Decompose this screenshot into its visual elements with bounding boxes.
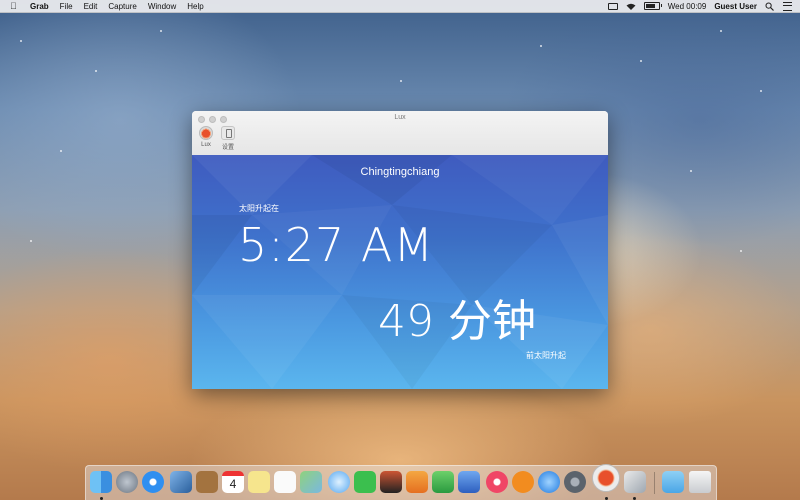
menu-window[interactable]: Window <box>148 2 176 11</box>
calendar-icon[interactable]: 4 <box>222 471 244 493</box>
app-store-icon[interactable] <box>538 471 560 493</box>
facetime-icon[interactable] <box>354 471 376 493</box>
notification-list-icon[interactable] <box>783 1 792 11</box>
launchpad-icon[interactable] <box>116 471 138 493</box>
lux-window: Lux Lux 设置 Chingtingchiang 太阳升起在 5:27 AM… <box>192 111 608 389</box>
downloads-folder-icon[interactable] <box>662 471 684 493</box>
contacts-icon[interactable] <box>196 471 218 493</box>
window-title: Lux <box>394 114 406 121</box>
menu-help[interactable]: Help <box>187 2 203 11</box>
reminders-icon[interactable] <box>274 471 296 493</box>
airplay-icon[interactable] <box>607 2 618 10</box>
itunes-icon[interactable] <box>486 471 508 493</box>
toolbar-settings-button[interactable]: 设置 <box>218 126 238 151</box>
status-area: Wed 00:09 Guest User <box>600 0 792 12</box>
dock-separator <box>654 472 655 494</box>
city-name: Chingtingchiang <box>360 166 440 178</box>
messages-icon[interactable] <box>328 471 350 493</box>
sunrise-countdown: 49 分钟 <box>378 296 536 347</box>
sunrise-panel: Chingtingchiang 太阳升起在 5:27 AM 49 分钟 前太阳升… <box>192 155 608 389</box>
window-titlebar[interactable]: Lux Lux 设置 <box>192 111 608 156</box>
wifi-icon[interactable] <box>626 3 636 10</box>
menu-app-name[interactable]: Grab <box>30 2 49 11</box>
numbers-icon[interactable] <box>432 471 454 493</box>
menu-edit[interactable]: Edit <box>84 2 98 11</box>
toolbar-lux-label: Lux <box>201 142 211 148</box>
dock: 4 <box>85 464 717 500</box>
phone-settings-icon <box>221 126 235 140</box>
lux-icon <box>199 126 213 140</box>
sunrise-label: 太阳升起在 <box>239 204 279 213</box>
preview-icon[interactable] <box>624 471 646 493</box>
sunrise-time: 5:27 AM <box>238 218 435 272</box>
trash-icon[interactable] <box>689 471 711 493</box>
notes-icon[interactable] <box>248 471 270 493</box>
toolbar-lux-button[interactable]: Lux <box>196 126 216 148</box>
toolbar-settings-label: 设置 <box>221 145 234 151</box>
system-preferences-icon[interactable] <box>564 471 586 493</box>
lux-icon[interactable] <box>592 464 620 492</box>
maps-icon[interactable] <box>300 471 322 493</box>
menu-user[interactable]: Guest User <box>714 2 757 11</box>
menu-clock[interactable]: Wed 00:09 <box>668 2 707 11</box>
photo-booth-icon[interactable] <box>380 471 402 493</box>
pages-icon[interactable] <box>406 471 428 493</box>
countdown-label: 前太阳升起 <box>526 351 566 360</box>
finder-icon[interactable] <box>90 471 112 493</box>
menu-bar:  Grab File Edit Capture Window Help Wed… <box>0 0 800 13</box>
apple-icon[interactable]:  <box>10 1 20 11</box>
menu-file[interactable]: File <box>60 2 73 11</box>
mail-icon[interactable] <box>170 471 192 493</box>
ibooks-icon[interactable] <box>512 471 534 493</box>
safari-icon[interactable] <box>142 471 164 493</box>
keynote-icon[interactable] <box>458 471 480 493</box>
search-icon[interactable] <box>765 2 775 11</box>
battery-icon[interactable] <box>643 2 662 10</box>
menu-capture[interactable]: Capture <box>108 2 136 11</box>
